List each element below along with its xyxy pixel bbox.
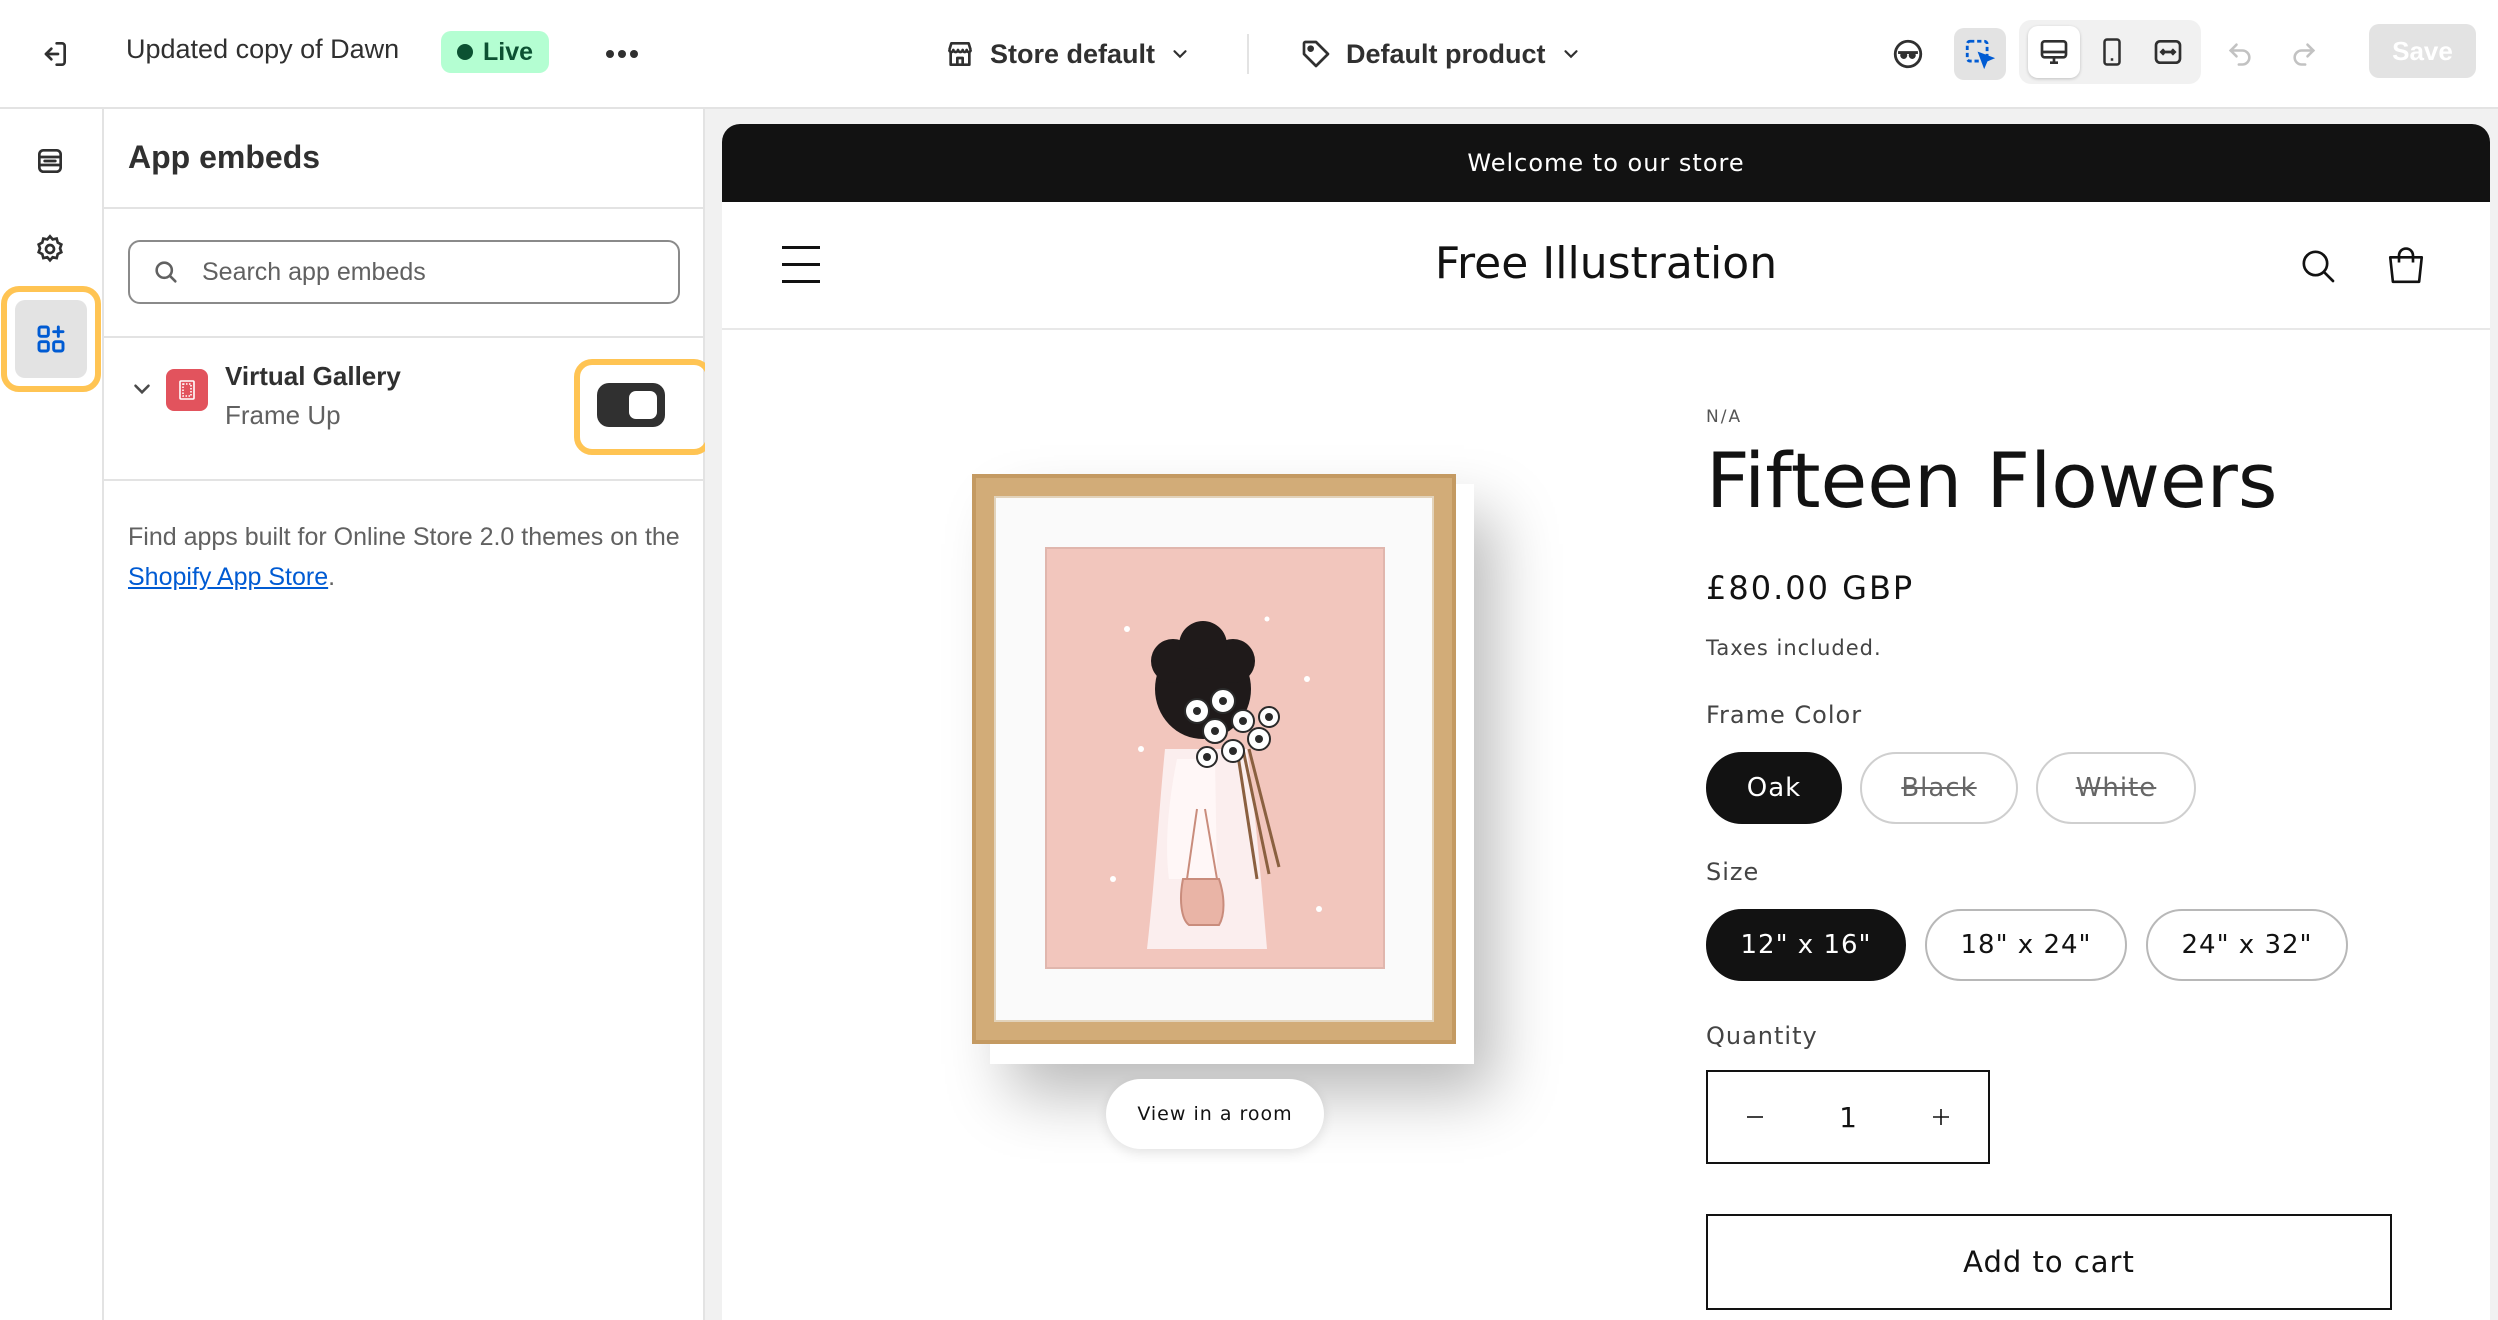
product-vendor: N/A	[1706, 407, 1743, 427]
more-actions-button[interactable]	[596, 30, 648, 78]
product-price: £80.00 GBP	[1706, 569, 1915, 607]
sidekick-icon	[1893, 39, 1923, 69]
panel-divider	[104, 207, 705, 209]
save-button[interactable]: Save	[2369, 24, 2476, 78]
toggle-knob	[629, 391, 657, 419]
embed-app-provider: Frame Up	[225, 400, 341, 430]
mobile-view-button[interactable]	[2086, 26, 2138, 78]
live-badge-label: Live	[483, 37, 534, 66]
plus-icon	[1933, 1109, 1949, 1125]
exit-button[interactable]	[30, 30, 78, 78]
frame-color-option-oak[interactable]: Oak	[1706, 752, 1842, 824]
view-in-room-button[interactable]: View in a room	[1106, 1079, 1324, 1149]
app-embeds-icon	[37, 325, 65, 353]
rail-highlight-app-embeds	[1, 286, 101, 392]
rail-item-app-embeds[interactable]	[15, 300, 87, 378]
ai-assistant-button[interactable]	[1882, 28, 1934, 80]
help-text-prefix: Find apps built for Online Store 2.0 the…	[128, 523, 680, 551]
panel-divider	[104, 479, 705, 481]
panel-title: App embeds	[128, 139, 321, 175]
inspector-toggle-button[interactable]	[1954, 28, 2006, 80]
desktop-view-button[interactable]	[2028, 26, 2080, 78]
product-image[interactable]	[972, 474, 1456, 1044]
template-selector-label: Default product	[1346, 38, 1546, 69]
undo-icon	[2228, 43, 2251, 66]
expand-embed-button[interactable]	[126, 373, 158, 405]
quantity-input[interactable]: 1	[1802, 1101, 1894, 1134]
add-to-cart-button[interactable]: Add to cart	[1706, 1214, 2392, 1310]
embed-app-name: Virtual Gallery	[225, 361, 401, 391]
frame-color-label: Frame Color	[1706, 701, 1863, 729]
frame-color-option-black[interactable]: Black	[1860, 752, 2018, 824]
chevron-down-icon	[1563, 50, 1578, 59]
select-cursor-icon	[1965, 39, 1996, 70]
frame-color-option-white[interactable]: White	[2036, 752, 2196, 824]
search-icon	[150, 256, 182, 288]
undo-button[interactable]	[2214, 28, 2266, 80]
shopify-app-store-link[interactable]: Shopify App Store	[128, 563, 328, 591]
store-preview: Welcome to our store Free Illustration V…	[722, 124, 2490, 1320]
quantity-decrease-button[interactable]	[1708, 1072, 1802, 1162]
topbar-divider	[1247, 34, 1249, 74]
tax-note: Taxes included.	[1706, 636, 1882, 660]
store-selector[interactable]: Store default	[944, 30, 1191, 78]
fullwidth-icon	[2154, 40, 2182, 64]
live-dot-icon	[457, 44, 473, 60]
mobile-icon	[2103, 38, 2121, 66]
search-field[interactable]	[128, 240, 680, 304]
search-input[interactable]	[202, 257, 662, 287]
theme-name: Updated copy of Dawn	[126, 34, 400, 64]
desktop-icon	[2040, 39, 2068, 64]
redo-icon	[2293, 43, 2316, 66]
chevron-down-icon	[1173, 50, 1187, 59]
tag-icon	[1302, 40, 1330, 68]
toggle-highlight	[574, 359, 712, 455]
embed-enable-toggle[interactable]	[597, 383, 665, 427]
template-selector[interactable]: Default product	[1300, 30, 1582, 78]
live-status-badge: Live	[441, 31, 550, 73]
rail-item-theme-settings[interactable]	[24, 223, 76, 275]
app-embeds-panel: App embeds Virtual Gallery Frame Up Find…	[104, 109, 712, 1320]
quantity-stepper: 1	[1706, 1070, 1990, 1164]
quantity-increase-button[interactable]	[1894, 1072, 1988, 1162]
frame-mat	[994, 496, 1434, 1022]
redo-button[interactable]	[2278, 28, 2330, 80]
store-icon	[948, 42, 972, 66]
size-option-12x16[interactable]: 12" x 16"	[1706, 909, 1906, 981]
help-text-suffix: .	[328, 563, 336, 591]
chevron-down-icon	[134, 384, 150, 395]
editor-left-rail	[0, 109, 104, 1320]
rail-item-sections[interactable]	[24, 135, 76, 187]
minus-icon	[1747, 1116, 1763, 1118]
artwork-illustration	[1045, 547, 1385, 969]
size-option-24x32[interactable]: 24" x 32"	[2146, 909, 2348, 981]
help-text: Find apps built for Online Store 2.0 the…	[128, 517, 688, 597]
store-selector-label: Store default	[990, 38, 1156, 69]
exit-icon	[44, 42, 66, 66]
editor-topbar: Updated copy of Dawn Live Store default …	[0, 0, 2498, 109]
quantity-label: Quantity	[1706, 1022, 1818, 1050]
fullscreen-view-button[interactable]	[2142, 26, 2194, 78]
ellipsis-icon	[606, 50, 638, 58]
product-info: N/A Fifteen Flowers £80.00 GBP Taxes inc…	[1706, 124, 2466, 1320]
size-label: Size	[1706, 858, 1760, 886]
virtual-gallery-app-icon	[166, 369, 208, 411]
sections-icon	[38, 149, 62, 173]
product-title: Fifteen Flowers	[1706, 436, 2278, 525]
gear-icon	[37, 234, 63, 263]
size-option-18x24[interactable]: 18" x 24"	[1925, 909, 2127, 981]
